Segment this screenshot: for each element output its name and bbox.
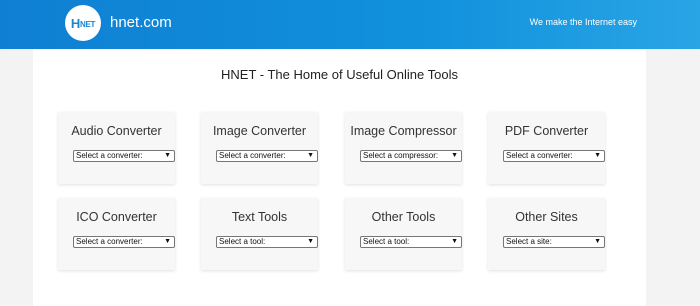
card-image-compressor: Image Compressor Select a compressor: ▼ [345, 112, 462, 184]
card-title: Image Compressor [350, 124, 457, 138]
chevron-down-icon: ▼ [451, 238, 458, 245]
card-other-sites: Other Sites Select a site: ▼ [488, 198, 605, 270]
select-value: Select a converter: [76, 151, 143, 160]
card-title: Other Sites [515, 210, 578, 224]
other-sites-select[interactable]: Select a site: ▼ [503, 236, 605, 248]
chevron-down-icon: ▼ [307, 238, 314, 245]
chevron-down-icon: ▼ [164, 152, 171, 159]
chevron-down-icon: ▼ [594, 238, 601, 245]
site-name-link[interactable]: hnet.com [110, 14, 172, 31]
logo-suffix: NET [79, 20, 96, 29]
select-value: Select a tool: [219, 237, 266, 246]
page-title: HNET - The Home of Useful Online Tools [221, 67, 458, 82]
card-audio-converter: Audio Converter Select a converter: ▼ [58, 112, 175, 184]
card-ico-converter: ICO Converter Select a converter: ▼ [58, 198, 175, 270]
site-header: H NET hnet.com We make the Internet easy [0, 0, 700, 49]
image-converter-select[interactable]: Select a converter: ▼ [216, 150, 318, 162]
logo-letter: H [70, 15, 80, 31]
card-title: Image Converter [212, 124, 307, 138]
chevron-down-icon: ▼ [594, 152, 601, 159]
card-image-converter: Image Converter Select a converter: ▼ [201, 112, 318, 184]
select-value: Select a compressor: [363, 151, 439, 160]
select-value: Select a site: [506, 237, 552, 246]
card-title: PDF Converter [504, 124, 589, 138]
card-title: ICO Converter [76, 210, 157, 224]
image-compressor-select[interactable]: Select a compressor: ▼ [360, 150, 462, 162]
other-tools-select[interactable]: Select a tool: ▼ [360, 236, 462, 248]
card-pdf-converter: PDF Converter Select a converter: ▼ [488, 112, 605, 184]
ico-converter-select[interactable]: Select a converter: ▼ [73, 236, 175, 248]
select-value: Select a tool: [363, 237, 410, 246]
audio-converter-select[interactable]: Select a converter: ▼ [73, 150, 175, 162]
text-tools-select[interactable]: Select a tool: ▼ [216, 236, 318, 248]
card-text-tools: Text Tools Select a tool: ▼ [201, 198, 318, 270]
chevron-down-icon: ▼ [164, 238, 171, 245]
card-title: Audio Converter [71, 124, 162, 138]
select-value: Select a converter: [219, 151, 286, 160]
chevron-down-icon: ▼ [307, 152, 314, 159]
pdf-converter-select[interactable]: Select a converter: ▼ [503, 150, 605, 162]
select-value: Select a converter: [506, 151, 573, 160]
chevron-down-icon: ▼ [451, 152, 458, 159]
hnet-logo[interactable]: H NET [65, 5, 101, 41]
card-title: Text Tools [231, 210, 288, 224]
tagline: We make the Internet easy [529, 17, 637, 27]
main-content: HNET - The Home of Useful Online Tools A… [33, 49, 646, 306]
card-title: Other Tools [371, 210, 436, 224]
card-other-tools: Other Tools Select a tool: ▼ [345, 198, 462, 270]
select-value: Select a converter: [76, 237, 143, 246]
